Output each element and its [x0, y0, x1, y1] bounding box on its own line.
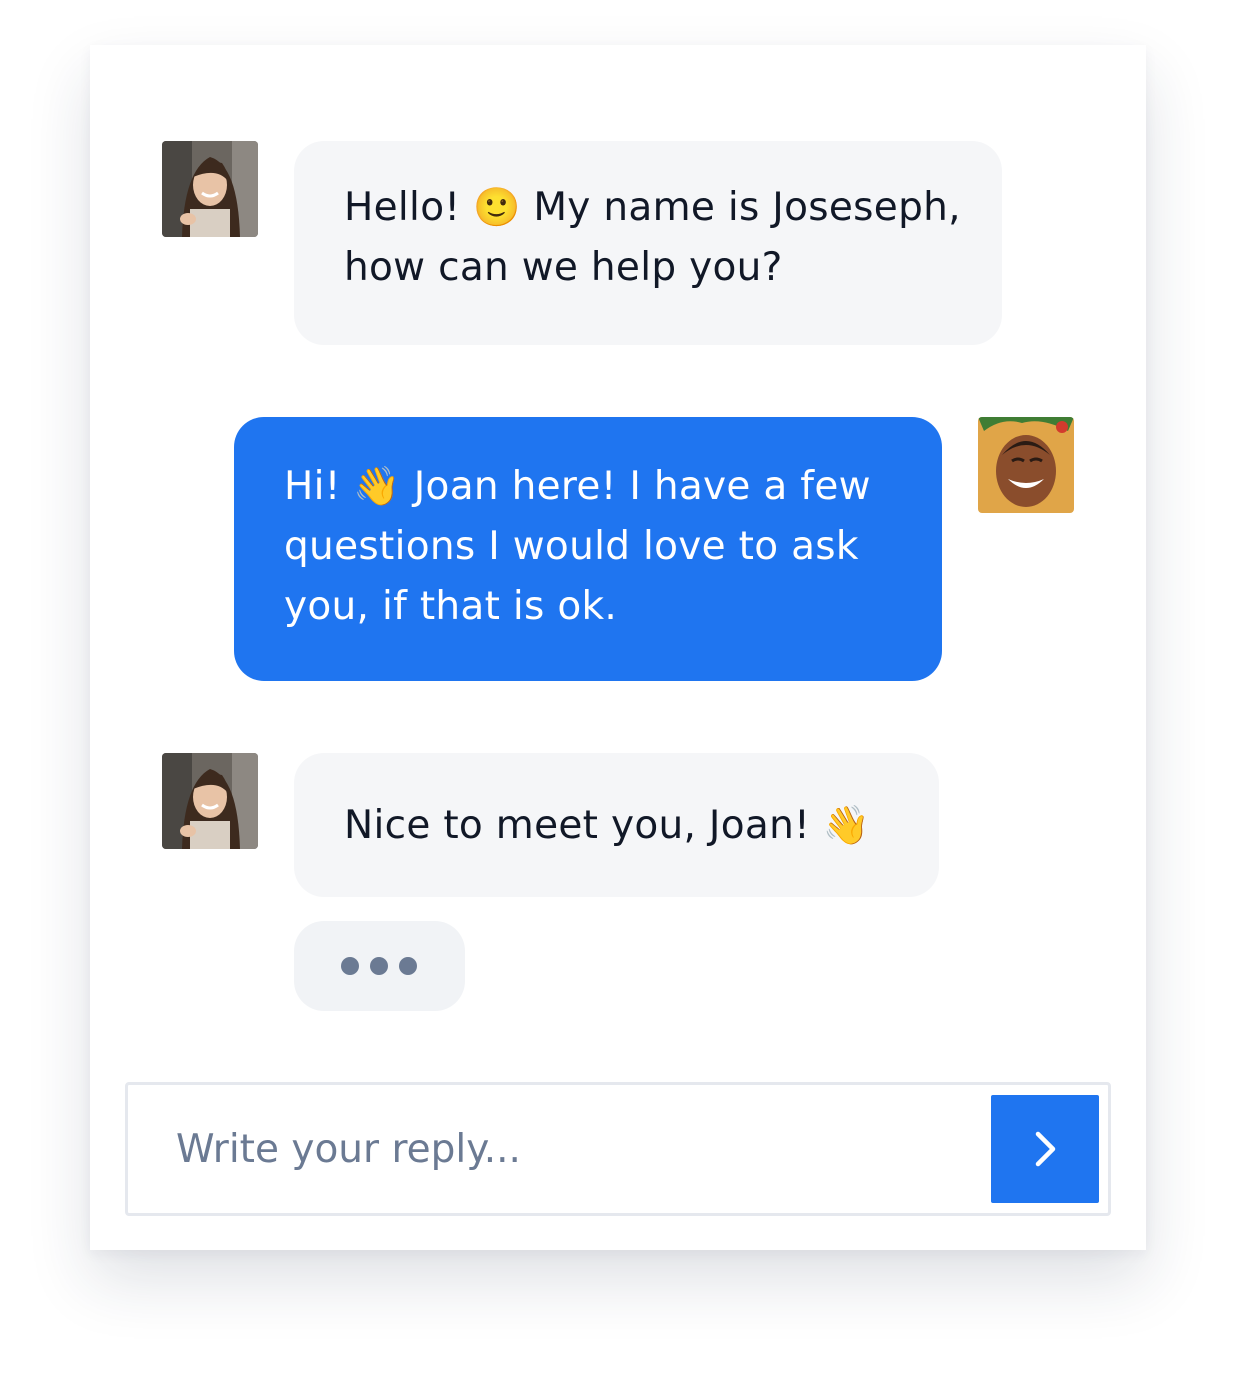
message-bubble: Hello! 🙂 My name is Joseseph, how can we… — [294, 141, 1002, 345]
message-text: Nice to meet you, Joan! — [344, 803, 811, 848]
slightly-smiling-face-emoji-icon: 🙂 — [473, 185, 521, 229]
chevron-right-icon — [991, 1095, 1099, 1203]
message-text: Hello! — [344, 185, 461, 230]
message-bubble: Hi! 👋 Joan here! I have a few questions … — [234, 417, 942, 681]
message-text: Hi! — [284, 464, 341, 509]
typing-dots-icon — [294, 921, 465, 1011]
chat-widget: Hello! 🙂 My name is Joseseph, how can we… — [90, 45, 1146, 1250]
reply-composer — [125, 1082, 1111, 1216]
agent-avatar — [162, 141, 258, 237]
typing-dot — [341, 957, 359, 975]
reply-input[interactable] — [158, 1099, 1014, 1199]
agent-avatar — [162, 753, 258, 849]
typing-dot — [370, 957, 388, 975]
waving-hand-emoji-icon: 👋 — [353, 464, 402, 508]
send-button[interactable] — [991, 1095, 1099, 1203]
waving-hand-emoji-icon: 👋 — [822, 803, 871, 847]
message-bubble: Nice to meet you, Joan! 👋 — [294, 753, 939, 897]
typing-dot — [399, 957, 417, 975]
customer-avatar — [978, 417, 1074, 513]
